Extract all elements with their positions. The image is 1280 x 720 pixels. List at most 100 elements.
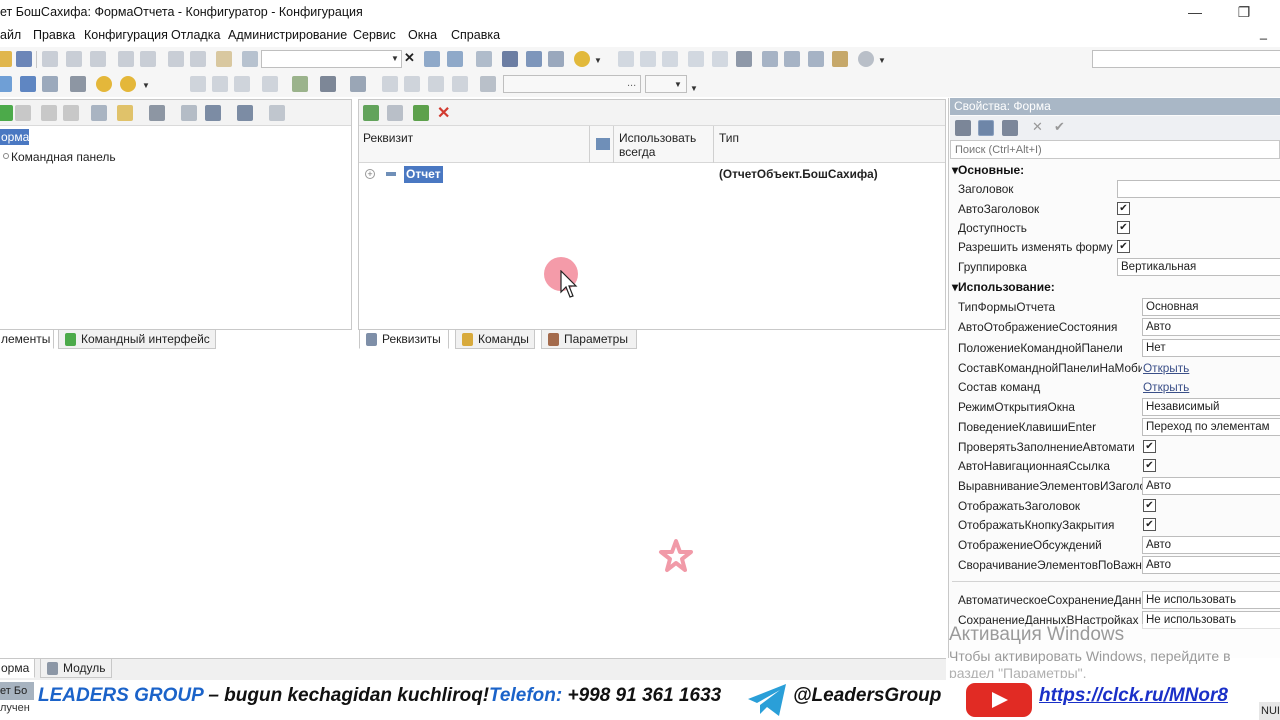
column-type[interactable]: Тип: [719, 131, 739, 145]
debug-step-icon[interactable]: [618, 51, 634, 67]
tree-root-form[interactable]: орма: [0, 129, 29, 145]
prop-row[interactable]: ОтображатьЗаголовок ✔: [952, 496, 1280, 516]
column-attribute[interactable]: Реквизит: [363, 131, 413, 145]
chevron-down-icon[interactable]: ▼: [594, 56, 602, 65]
form-icon[interactable]: [0, 76, 12, 92]
prop-row[interactable]: ПоведениеКлавишиEnter Переход по элемент…: [952, 417, 1280, 437]
run-app-icon[interactable]: [70, 76, 86, 92]
prop-checkbox[interactable]: ✔: [1143, 440, 1156, 453]
fit-icon[interactable]: [205, 105, 221, 121]
copy-icon[interactable]: [66, 51, 82, 67]
underline-icon[interactable]: [234, 76, 250, 92]
section-usage[interactable]: ▾Использование:: [952, 280, 1055, 294]
prop-row[interactable]: СворачиваниеЭлементовПоВажн Авто: [952, 555, 1280, 575]
prop-value-field[interactable]: Вертикальная: [1117, 258, 1280, 276]
prop-checkbox[interactable]: ✔: [1143, 499, 1156, 512]
expand-icon[interactable]: [237, 105, 253, 121]
chevron-down-icon[interactable]: ▼: [878, 56, 886, 65]
preview-icon[interactable]: [140, 51, 156, 67]
check-icon[interactable]: ✔: [1054, 119, 1065, 135]
prop-checkbox[interactable]: ✔: [1117, 221, 1130, 234]
prop-row[interactable]: АвтоОтображениеСостояния Авто: [952, 317, 1280, 337]
column-use-always[interactable]: Использовать всегда: [619, 131, 719, 159]
prop-row[interactable]: Состав команд Открыть: [952, 377, 1280, 397]
font-name-field[interactable]: [503, 75, 641, 93]
edit-icon[interactable]: [413, 105, 429, 121]
tab-commands[interactable]: Команды: [455, 329, 535, 349]
template-icon[interactable]: [548, 51, 564, 67]
breakpoint-icon[interactable]: [712, 51, 728, 67]
move-down-icon[interactable]: [63, 105, 79, 121]
filter-icon[interactable]: [1002, 120, 1018, 136]
categories-icon[interactable]: [978, 120, 994, 136]
delete-icon[interactable]: [15, 105, 31, 121]
prop-row[interactable]: ТипФормыОтчета Основная: [952, 297, 1280, 317]
status-window-item[interactable]: ет Бо: [0, 682, 34, 700]
inner-minimize-button[interactable]: _: [1260, 26, 1267, 40]
info-icon[interactable]: [574, 51, 590, 67]
tab-command-interface[interactable]: Командный интерфейс: [58, 329, 216, 349]
fields-icon[interactable]: [149, 105, 165, 121]
table-row[interactable]: + Отчет (ОтчетОбъект.БошСахифа): [359, 165, 945, 185]
tab-elements[interactable]: лементы: [0, 329, 54, 349]
prop-value-field[interactable]: Нет: [1142, 339, 1280, 357]
windows-icon[interactable]: [476, 51, 492, 67]
sync-icon[interactable]: [120, 76, 136, 92]
minimize-button[interactable]: —: [1180, 2, 1210, 22]
move-up-icon[interactable]: [41, 105, 57, 121]
window-icon[interactable]: [784, 51, 800, 67]
prop-row[interactable]: Доступность ✔: [952, 218, 1280, 238]
prop-value-field[interactable]: Основная: [1142, 298, 1280, 316]
database-icon[interactable]: [20, 76, 36, 92]
debug-out-icon[interactable]: [662, 51, 678, 67]
prop-row[interactable]: ПроверятьЗаполнениеАвтомати ✔: [952, 437, 1280, 457]
redo-icon[interactable]: [190, 51, 206, 67]
layout-icon[interactable]: [808, 51, 824, 67]
debug-cursor-icon[interactable]: [688, 51, 704, 67]
prop-value-field[interactable]: Авто: [1142, 556, 1280, 574]
table-icon[interactable]: [42, 76, 58, 92]
sort-icon[interactable]: [955, 120, 971, 136]
italic-icon[interactable]: [212, 76, 228, 92]
chevron-down-icon[interactable]: ▼: [690, 84, 698, 93]
save-icon[interactable]: [16, 51, 32, 67]
tab-parameters[interactable]: Параметры: [541, 329, 637, 349]
prop-row[interactable]: ПоложениеКоманднойПанели Нет: [952, 338, 1280, 358]
delete-icon[interactable]: ✕: [437, 103, 450, 123]
chevron-down-icon[interactable]: ▼: [142, 81, 150, 90]
search-icon[interactable]: [242, 51, 258, 67]
picture-icon[interactable]: [480, 76, 496, 92]
align-center-icon[interactable]: [404, 76, 420, 92]
prop-checkbox[interactable]: ✔: [1117, 202, 1130, 215]
menu-help[interactable]: Справка: [451, 28, 500, 42]
paste-icon[interactable]: [90, 51, 106, 67]
copy-attribute-icon[interactable]: [387, 105, 403, 121]
tree-item-command-panel[interactable]: Командная панель: [11, 150, 116, 164]
menu-file[interactable]: айл: [0, 28, 21, 42]
properties-search-input[interactable]: [950, 140, 1280, 159]
menu-windows[interactable]: Окна: [408, 28, 437, 42]
query-icon[interactable]: [526, 51, 542, 67]
timer-icon[interactable]: [858, 51, 874, 67]
bold-icon[interactable]: [190, 76, 206, 92]
close-icon[interactable]: ✕: [1032, 119, 1043, 135]
run-icon[interactable]: [736, 51, 752, 67]
prop-row[interactable]: ВыравниваниеЭлементовИЗаголо Авто: [952, 476, 1280, 496]
cut-icon[interactable]: [42, 51, 58, 67]
prop-link-open[interactable]: Открыть: [1143, 361, 1189, 375]
tab-attributes[interactable]: Реквизиты: [359, 329, 449, 349]
chevron-down-icon[interactable]: ▼: [391, 54, 399, 63]
find-icon[interactable]: [216, 51, 232, 67]
menu-administration[interactable]: Администрирование: [228, 28, 347, 42]
prop-value-field[interactable]: Авто: [1142, 477, 1280, 495]
tab-module[interactable]: Модуль: [40, 658, 112, 678]
attribute-name[interactable]: Отчет: [404, 166, 443, 183]
banner-link[interactable]: https://clck.ru/MNor8: [1039, 685, 1228, 707]
prop-row[interactable]: ОтображатьКнопкуЗакрытия ✔: [952, 515, 1280, 535]
chevron-down-icon[interactable]: ▼: [674, 80, 682, 89]
prop-row[interactable]: Разрешить изменять форму ✔: [952, 237, 1280, 257]
section-basic[interactable]: ▾Основные:: [952, 163, 1024, 177]
prop-checkbox[interactable]: ✔: [1143, 459, 1156, 472]
text-color-icon[interactable]: [320, 76, 336, 92]
fill-color-icon[interactable]: [292, 76, 308, 92]
